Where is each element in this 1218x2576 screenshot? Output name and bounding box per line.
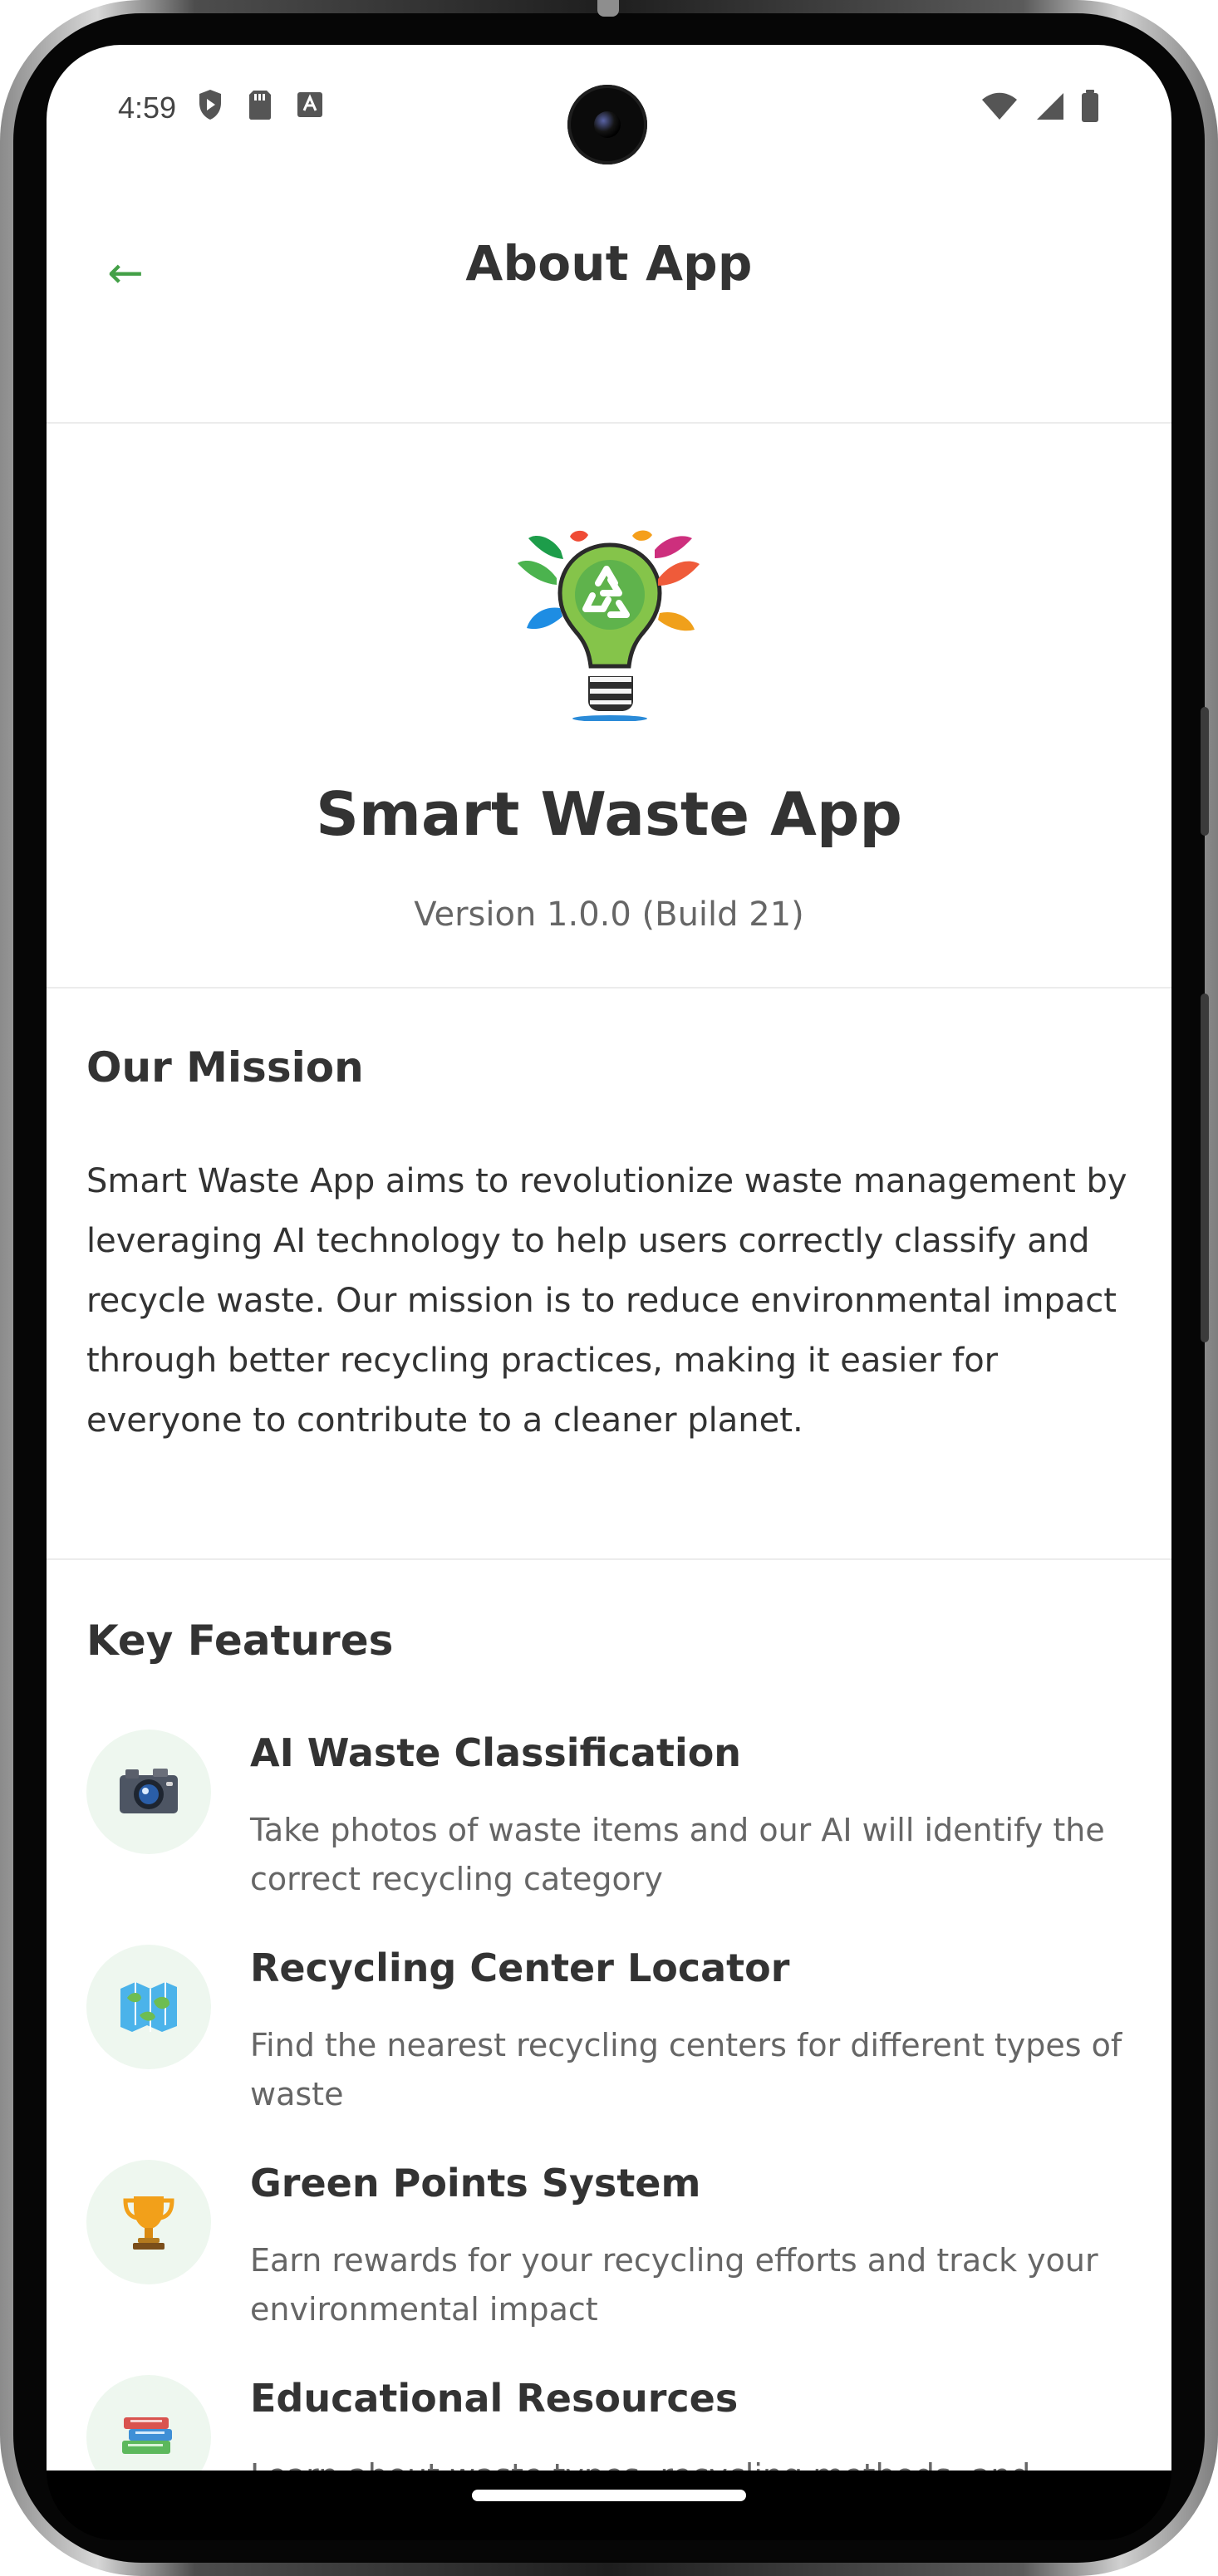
app-header: ← About App bbox=[47, 136, 1171, 424]
signal-icon bbox=[1034, 91, 1065, 125]
feature-item: Green Points System Earn rewards for you… bbox=[86, 2160, 1133, 2359]
sd-card-icon bbox=[248, 89, 273, 124]
top-speaker bbox=[597, 0, 619, 17]
shield-icon bbox=[196, 88, 224, 125]
status-bar: 4:59 bbox=[47, 45, 1171, 164]
feature-title: Green Points System bbox=[250, 2161, 701, 2206]
app-screen: 4:59 ← About App Smart Waste App Version… bbox=[47, 45, 1171, 2471]
feature-item: Recycling Center Locator Find the neares… bbox=[86, 1945, 1133, 2144]
feature-icon-badge bbox=[86, 1945, 211, 2069]
mission-section: Our Mission Smart Waste App aims to revo… bbox=[47, 987, 1171, 1560]
wifi-icon bbox=[980, 91, 1019, 125]
feature-title: AI Waste Classification bbox=[250, 1730, 742, 1775]
books-icon bbox=[122, 2417, 172, 2454]
app-hero: Smart Waste App Version 1.0.0 (Build 21) bbox=[47, 424, 1171, 989]
feature-description: Take photos of waste items and our AI wi… bbox=[250, 1812, 1105, 1897]
page-title: About App bbox=[465, 235, 753, 292]
feature-icon-badge bbox=[86, 1730, 211, 1854]
battery-icon bbox=[1080, 89, 1100, 127]
camera-icon bbox=[120, 1769, 178, 1813]
trophy-icon bbox=[123, 2196, 174, 2250]
feature-title: Educational Resources bbox=[250, 2376, 739, 2421]
app-version: Version 1.0.0 (Build 21) bbox=[414, 895, 804, 934]
feature-item: AI Waste Classification Take photos of w… bbox=[86, 1730, 1133, 1929]
status-time: 4:59 bbox=[118, 91, 177, 125]
bottom-bezel bbox=[47, 2471, 1171, 2540]
volume-button bbox=[1201, 707, 1209, 836]
feature-icon-badge bbox=[86, 2375, 211, 2471]
feature-description: Learn about waste types, recycling metho… bbox=[250, 2451, 1122, 2471]
feature-description: Earn rewards for your recycling efforts … bbox=[250, 2242, 1098, 2328]
mission-title: Our Mission bbox=[86, 1043, 364, 1092]
text-box-icon bbox=[296, 91, 324, 122]
app-name: Smart Waste App bbox=[316, 779, 902, 849]
status-left-icons bbox=[196, 88, 324, 125]
features-section: Key Features AI Waste Classification Tak… bbox=[47, 1558, 1171, 2471]
app-logo bbox=[512, 530, 706, 722]
power-button bbox=[1201, 994, 1209, 1342]
features-title: Key Features bbox=[86, 1617, 394, 1665]
device-screenshot: 4:59 ← About App Smart Waste App Version… bbox=[0, 0, 1218, 2576]
feature-title: Recycling Center Locator bbox=[250, 1945, 790, 1990]
mission-text: Smart Waste App aims to revolutionize wa… bbox=[86, 1162, 1127, 1440]
map-icon bbox=[120, 1982, 177, 2032]
feature-icon-badge bbox=[86, 2160, 211, 2284]
feature-item: Educational Resources Learn about waste … bbox=[86, 2375, 1133, 2471]
status-right-icons bbox=[980, 89, 1100, 127]
home-indicator[interactable] bbox=[472, 2490, 746, 2501]
feature-description: Find the nearest recycling centers for d… bbox=[250, 2027, 1122, 2112]
